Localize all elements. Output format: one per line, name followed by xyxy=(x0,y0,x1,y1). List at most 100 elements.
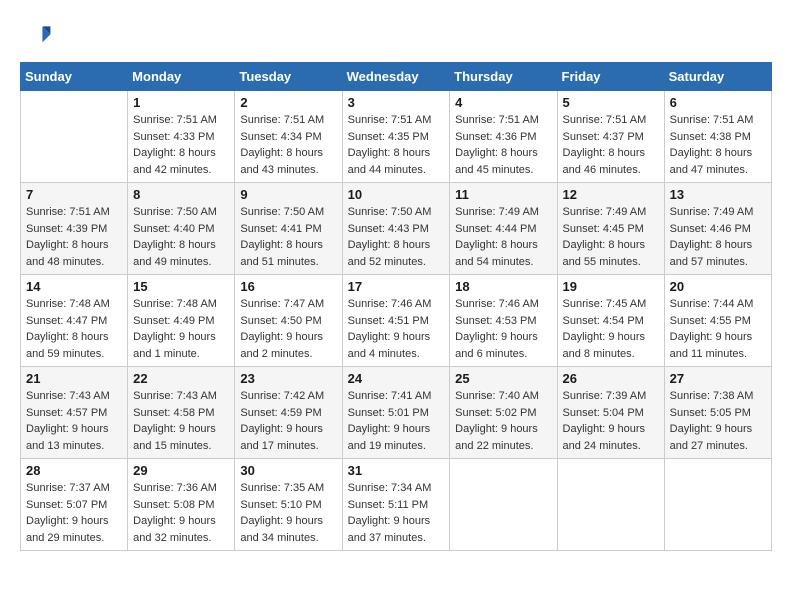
calendar-cell: 26 Sunrise: 7:39 AMSunset: 5:04 PMDayligh… xyxy=(557,367,664,459)
day-info: Sunrise: 7:35 AMSunset: 5:10 PMDaylight:… xyxy=(240,480,336,546)
day-info: Sunrise: 7:51 AMSunset: 4:34 PMDaylight:… xyxy=(240,112,336,178)
calendar-cell: 4Sunrise: 7:51 AMSunset: 4:36 PMDaylight… xyxy=(450,91,557,183)
day-info: Sunrise: 7:42 AMSunset: 4:59 PMDaylight:… xyxy=(240,388,336,454)
day-info: Sunrise: 7:43 AMSunset: 4:58 PMDaylight:… xyxy=(133,388,229,454)
day-info: Sunrise: 7:49 AMSunset: 4:44 PMDaylight:… xyxy=(455,204,551,270)
calendar-week-3: 14 Sunrise: 7:48 AMSunset: 4:47 PMDayligh… xyxy=(21,275,772,367)
day-info: Sunrise: 7:46 AMSunset: 4:53 PMDaylight:… xyxy=(455,296,551,362)
day-number: 1 xyxy=(133,95,229,110)
calendar-cell xyxy=(21,91,128,183)
calendar-cell: 14 Sunrise: 7:48 AMSunset: 4:47 PMDayligh… xyxy=(21,275,128,367)
calendar-cell: 2 Sunrise: 7:51 AMSunset: 4:34 PMDaylight… xyxy=(235,91,342,183)
day-info: Sunrise: 7:38 AMSunset: 5:05 PMDaylight:… xyxy=(670,388,766,454)
calendar-header-wednesday: Wednesday xyxy=(342,63,450,91)
calendar-cell: 10 Sunrise: 7:50 AMSunset: 4:43 PMDayligh… xyxy=(342,183,450,275)
day-number: 29 xyxy=(133,463,229,478)
day-number: 11 xyxy=(455,187,551,202)
day-number: 14 xyxy=(26,279,122,294)
calendar-cell: 5 Sunrise: 7:51 AMSunset: 4:37 PMDaylight… xyxy=(557,91,664,183)
calendar-cell: 16Sunrise: 7:47 AMSunset: 4:50 PMDayligh… xyxy=(235,275,342,367)
calendar-week-5: 28Sunrise: 7:37 AMSunset: 5:07 PMDayligh… xyxy=(21,459,772,551)
calendar: SundayMondayTuesdayWednesdayThursdayFrid… xyxy=(20,62,772,551)
day-number: 15 xyxy=(133,279,229,294)
day-info: Sunrise: 7:47 AMSunset: 4:50 PMDaylight:… xyxy=(240,296,336,362)
day-number: 12 xyxy=(563,187,659,202)
day-number: 21 xyxy=(26,371,122,386)
day-info: Sunrise: 7:51 AMSunset: 4:37 PMDaylight:… xyxy=(563,112,659,178)
calendar-header-monday: Monday xyxy=(128,63,235,91)
day-info: Sunrise: 7:39 AMSunset: 5:04 PMDaylight:… xyxy=(563,388,659,454)
calendar-cell: 31Sunrise: 7:34 AMSunset: 5:11 PMDayligh… xyxy=(342,459,450,551)
day-info: Sunrise: 7:41 AMSunset: 5:01 PMDaylight:… xyxy=(348,388,445,454)
calendar-cell xyxy=(664,459,771,551)
calendar-cell: 13 Sunrise: 7:49 AMSunset: 4:46 PMDayligh… xyxy=(664,183,771,275)
calendar-cell: 15 Sunrise: 7:48 AMSunset: 4:49 PMDayligh… xyxy=(128,275,235,367)
calendar-week-2: 7 Sunrise: 7:51 AMSunset: 4:39 PMDaylight… xyxy=(21,183,772,275)
calendar-cell: 6 Sunrise: 7:51 AMSunset: 4:38 PMDaylight… xyxy=(664,91,771,183)
day-info: Sunrise: 7:49 AMSunset: 4:45 PMDaylight:… xyxy=(563,204,659,270)
day-info: Sunrise: 7:36 AMSunset: 5:08 PMDaylight:… xyxy=(133,480,229,546)
day-number: 30 xyxy=(240,463,336,478)
page-header xyxy=(20,20,772,52)
day-number: 22 xyxy=(133,371,229,386)
day-info: Sunrise: 7:51 AMSunset: 4:35 PMDaylight:… xyxy=(348,112,445,178)
calendar-cell: 25 Sunrise: 7:40 AMSunset: 5:02 PMDayligh… xyxy=(450,367,557,459)
day-info: Sunrise: 7:48 AMSunset: 4:47 PMDaylight:… xyxy=(26,296,122,362)
calendar-header-tuesday: Tuesday xyxy=(235,63,342,91)
day-info: Sunrise: 7:50 AMSunset: 4:41 PMDaylight:… xyxy=(240,204,336,270)
day-info: Sunrise: 7:51 AMSunset: 4:39 PMDaylight:… xyxy=(26,204,122,270)
day-number: 6 xyxy=(670,95,766,110)
day-info: Sunrise: 7:48 AMSunset: 4:49 PMDaylight:… xyxy=(133,296,229,362)
calendar-cell: 18 Sunrise: 7:46 AMSunset: 4:53 PMDayligh… xyxy=(450,275,557,367)
day-info: Sunrise: 7:51 AMSunset: 4:36 PMDaylight:… xyxy=(455,112,551,178)
day-number: 5 xyxy=(563,95,659,110)
calendar-header-row: SundayMondayTuesdayWednesdayThursdayFrid… xyxy=(21,63,772,91)
calendar-cell: 24 Sunrise: 7:41 AMSunset: 5:01 PMDayligh… xyxy=(342,367,450,459)
day-number: 24 xyxy=(348,371,445,386)
day-number: 18 xyxy=(455,279,551,294)
day-info: Sunrise: 7:51 AMSunset: 4:33 PMDaylight:… xyxy=(133,112,229,178)
day-info: Sunrise: 7:49 AMSunset: 4:46 PMDaylight:… xyxy=(670,204,766,270)
logo-icon xyxy=(20,20,52,52)
calendar-cell: 28Sunrise: 7:37 AMSunset: 5:07 PMDayligh… xyxy=(21,459,128,551)
calendar-cell: 11 Sunrise: 7:49 AMSunset: 4:44 PMDayligh… xyxy=(450,183,557,275)
day-info: Sunrise: 7:44 AMSunset: 4:55 PMDaylight:… xyxy=(670,296,766,362)
day-number: 19 xyxy=(563,279,659,294)
day-info: Sunrise: 7:50 AMSunset: 4:43 PMDaylight:… xyxy=(348,204,445,270)
day-number: 20 xyxy=(670,279,766,294)
calendar-cell xyxy=(557,459,664,551)
day-info: Sunrise: 7:43 AMSunset: 4:57 PMDaylight:… xyxy=(26,388,122,454)
day-info: Sunrise: 7:40 AMSunset: 5:02 PMDaylight:… xyxy=(455,388,551,454)
day-info: Sunrise: 7:34 AMSunset: 5:11 PMDaylight:… xyxy=(348,480,445,546)
calendar-cell: 19 Sunrise: 7:45 AMSunset: 4:54 PMDayligh… xyxy=(557,275,664,367)
day-number: 8 xyxy=(133,187,229,202)
day-number: 26 xyxy=(563,371,659,386)
day-number: 10 xyxy=(348,187,445,202)
calendar-cell: 22 Sunrise: 7:43 AMSunset: 4:58 PMDayligh… xyxy=(128,367,235,459)
calendar-header-friday: Friday xyxy=(557,63,664,91)
calendar-week-1: 1 Sunrise: 7:51 AMSunset: 4:33 PMDaylight… xyxy=(21,91,772,183)
calendar-cell: 3Sunrise: 7:51 AMSunset: 4:35 PMDaylight… xyxy=(342,91,450,183)
day-number: 25 xyxy=(455,371,551,386)
calendar-cell xyxy=(450,459,557,551)
calendar-cell: 17Sunrise: 7:46 AMSunset: 4:51 PMDayligh… xyxy=(342,275,450,367)
calendar-header-saturday: Saturday xyxy=(664,63,771,91)
day-info: Sunrise: 7:45 AMSunset: 4:54 PMDaylight:… xyxy=(563,296,659,362)
calendar-header-sunday: Sunday xyxy=(21,63,128,91)
day-number: 13 xyxy=(670,187,766,202)
calendar-cell: 20 Sunrise: 7:44 AMSunset: 4:55 PMDayligh… xyxy=(664,275,771,367)
calendar-cell: 7 Sunrise: 7:51 AMSunset: 4:39 PMDaylight… xyxy=(21,183,128,275)
day-info: Sunrise: 7:51 AMSunset: 4:38 PMDaylight:… xyxy=(670,112,766,178)
calendar-week-4: 21 Sunrise: 7:43 AMSunset: 4:57 PMDayligh… xyxy=(21,367,772,459)
calendar-cell: 8Sunrise: 7:50 AMSunset: 4:40 PMDaylight… xyxy=(128,183,235,275)
day-info: Sunrise: 7:46 AMSunset: 4:51 PMDaylight:… xyxy=(348,296,445,362)
logo xyxy=(20,20,56,52)
day-number: 23 xyxy=(240,371,336,386)
day-number: 9 xyxy=(240,187,336,202)
day-number: 2 xyxy=(240,95,336,110)
day-info: Sunrise: 7:37 AMSunset: 5:07 PMDaylight:… xyxy=(26,480,122,546)
calendar-cell: 9 Sunrise: 7:50 AMSunset: 4:41 PMDaylight… xyxy=(235,183,342,275)
calendar-cell: 27Sunrise: 7:38 AMSunset: 5:05 PMDayligh… xyxy=(664,367,771,459)
calendar-header-thursday: Thursday xyxy=(450,63,557,91)
day-number: 7 xyxy=(26,187,122,202)
